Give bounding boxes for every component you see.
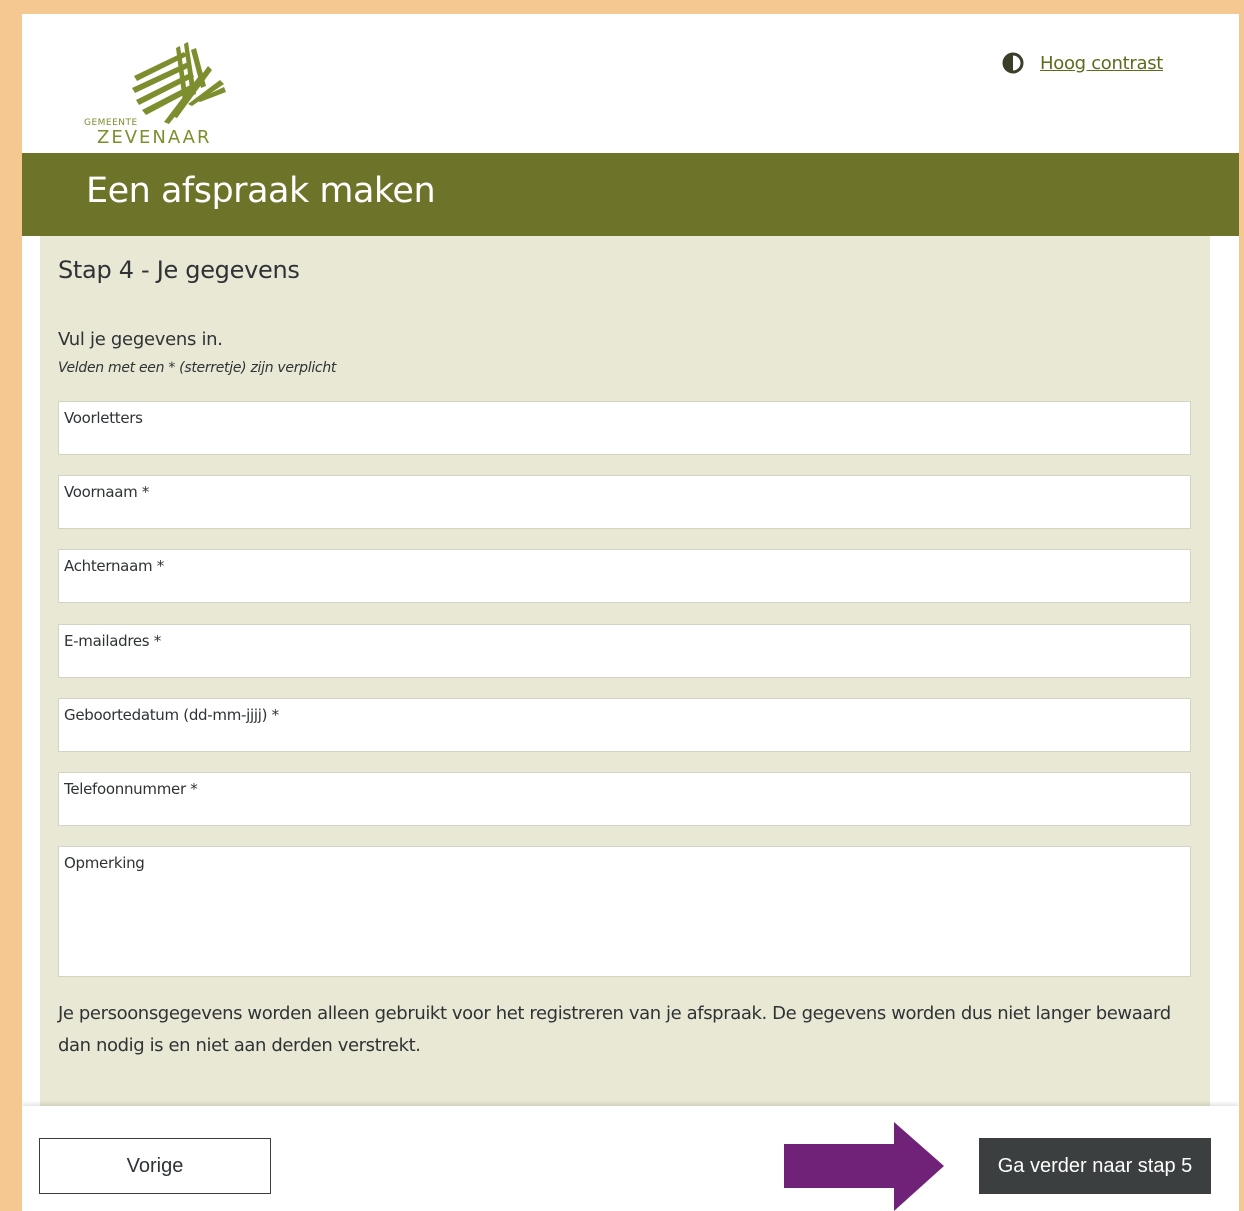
phone-label: Telefoonnummer * [64,780,198,798]
initials-field[interactable]: Voorletters [58,401,1191,455]
initials-label: Voorletters [64,409,143,427]
logo-text-zevenaar: ZEVENAAR [97,127,212,148]
last-name-label: Achternaam * [64,557,164,575]
remark-textarea[interactable] [64,875,1185,972]
remark-field[interactable]: Opmerking [58,846,1191,977]
phone-input[interactable] [64,801,1185,821]
site-header: GEMEENTE ZEVENAAR Hoog contrast [22,14,1239,153]
form-intro: Vul je gegevens in. [58,329,223,350]
last-name-input[interactable] [64,578,1185,598]
right-arrow-icon [784,1122,944,1211]
page-banner: Een afspraak maken [22,153,1239,236]
first-name-field[interactable]: Voornaam * [58,475,1191,529]
page-title: Een afspraak maken [86,171,436,211]
form-navigation: Vorige Ga verder naar stap 5 [22,1106,1239,1211]
gemeente-zevenaar-logo[interactable]: GEMEENTE ZEVENAAR [84,34,234,148]
appointment-page: GEMEENTE ZEVENAAR Hoog contrast Een afsp… [22,14,1239,1211]
remark-label: Opmerking [64,854,145,872]
required-fields-note: Velden met een * (sterretje) zijn verpli… [58,360,337,376]
first-name-input[interactable] [64,504,1185,524]
next-step-button[interactable]: Ga verder naar stap 5 [979,1138,1211,1194]
email-field[interactable]: E-mailadres * [58,624,1191,678]
email-input[interactable] [64,653,1185,673]
previous-button[interactable]: Vorige [39,1138,271,1194]
initials-input[interactable] [64,430,1185,450]
form-panel: Stap 4 - Je gegevens Vul je gegevens in.… [40,236,1210,1106]
birthdate-input[interactable] [64,727,1185,747]
birthdate-field[interactable]: Geboortedatum (dd-mm-jjjj) * [58,698,1191,752]
privacy-notice: Je persoonsgegevens worden alleen gebrui… [58,1003,1171,1056]
high-contrast-label: Hoog contrast [1040,52,1164,74]
first-name-label: Voornaam * [64,483,150,501]
phone-field[interactable]: Telefoonnummer * [58,772,1191,826]
high-contrast-link[interactable]: Hoog contrast [1002,52,1163,74]
last-name-field[interactable]: Achternaam * [58,549,1191,603]
email-label: E-mailadres * [64,632,161,650]
half-circle-contrast-icon [1002,52,1024,74]
step-title: Stap 4 - Je gegevens [58,256,300,284]
birthdate-label: Geboortedatum (dd-mm-jjjj) * [64,706,279,724]
